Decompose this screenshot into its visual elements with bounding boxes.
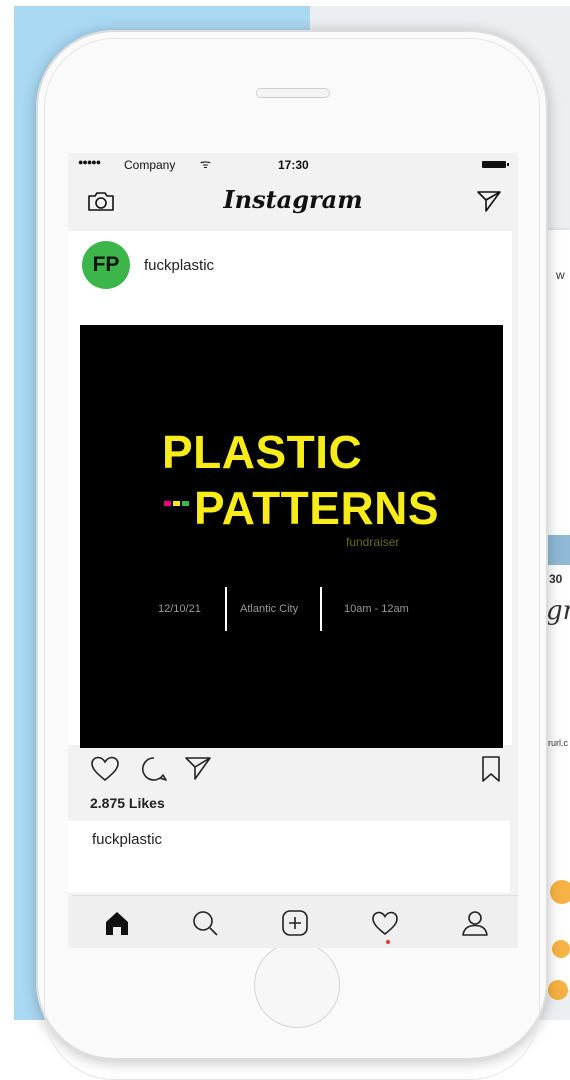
poster-divider	[320, 587, 322, 631]
home-icon[interactable]	[102, 908, 132, 938]
avatar[interactable]: FP	[82, 241, 130, 289]
phone-speaker	[256, 88, 330, 98]
background-text: 30	[549, 572, 563, 586]
add-icon[interactable]	[280, 908, 310, 938]
poster-location: Atlantic City	[240, 603, 299, 615]
profile-icon[interactable]	[460, 908, 490, 938]
poster-title-line1: PLASTIC	[162, 426, 363, 478]
background-text: rurl.c	[548, 738, 568, 748]
poster-title-line2: PATTERNS	[194, 482, 440, 534]
background-flower	[548, 980, 568, 1000]
poster-dot-green	[182, 501, 189, 506]
background-text: w	[556, 268, 565, 282]
app-screen: ●●●●● Company ᯤ 17:30 Instagram FP fuckp…	[68, 153, 518, 948]
send-icon[interactable]	[476, 189, 502, 213]
search-icon[interactable]	[190, 908, 220, 938]
poster-divider	[225, 587, 227, 631]
signal-icon: ●●●●●	[78, 157, 101, 167]
poster-time: 10am - 12am	[344, 603, 409, 615]
background-flower	[550, 880, 570, 904]
post-actions: 2.875 Likes	[68, 745, 518, 831]
wifi-icon: ᯤ	[200, 157, 211, 171]
post-media-area: PLASTIC PATTERNS fundraiser 12/10/21 Atl…	[68, 295, 512, 748]
heart-icon[interactable]	[90, 755, 120, 783]
status-bar: ●●●●● Company ᯤ 17:30	[68, 153, 518, 175]
bookmark-icon[interactable]	[480, 755, 502, 783]
caption-box: fuckplastic	[68, 821, 510, 893]
bottom-tab-bar	[72, 895, 518, 948]
poster-date: 12/10/21	[158, 603, 201, 615]
background-flower	[552, 940, 570, 958]
comment-icon[interactable]	[140, 755, 168, 783]
notification-dot	[386, 940, 390, 944]
background-script-text: gr	[546, 596, 570, 626]
battery-icon	[482, 161, 509, 168]
top-nav: Instagram	[68, 175, 518, 229]
post-image[interactable]: PLASTIC PATTERNS fundraiser 12/10/21 Atl…	[80, 325, 503, 748]
phone-home-button[interactable]	[254, 942, 340, 1028]
poster-dot-yellow	[173, 501, 180, 506]
app-logo: Instagram	[223, 185, 363, 214]
poster-dot-magenta	[164, 501, 171, 506]
caption-username[interactable]: fuckplastic	[92, 831, 162, 848]
likes-count[interactable]: 2.875 Likes	[90, 795, 165, 811]
post-username[interactable]: fuckplastic	[144, 257, 214, 274]
activity-icon[interactable]	[370, 908, 400, 938]
share-icon[interactable]	[184, 755, 212, 781]
carrier-name: Company	[124, 158, 176, 172]
poster-subtitle: fundraiser	[346, 535, 400, 549]
post-header: FP fuckplastic	[68, 231, 512, 295]
status-time: 17:30	[278, 158, 309, 172]
